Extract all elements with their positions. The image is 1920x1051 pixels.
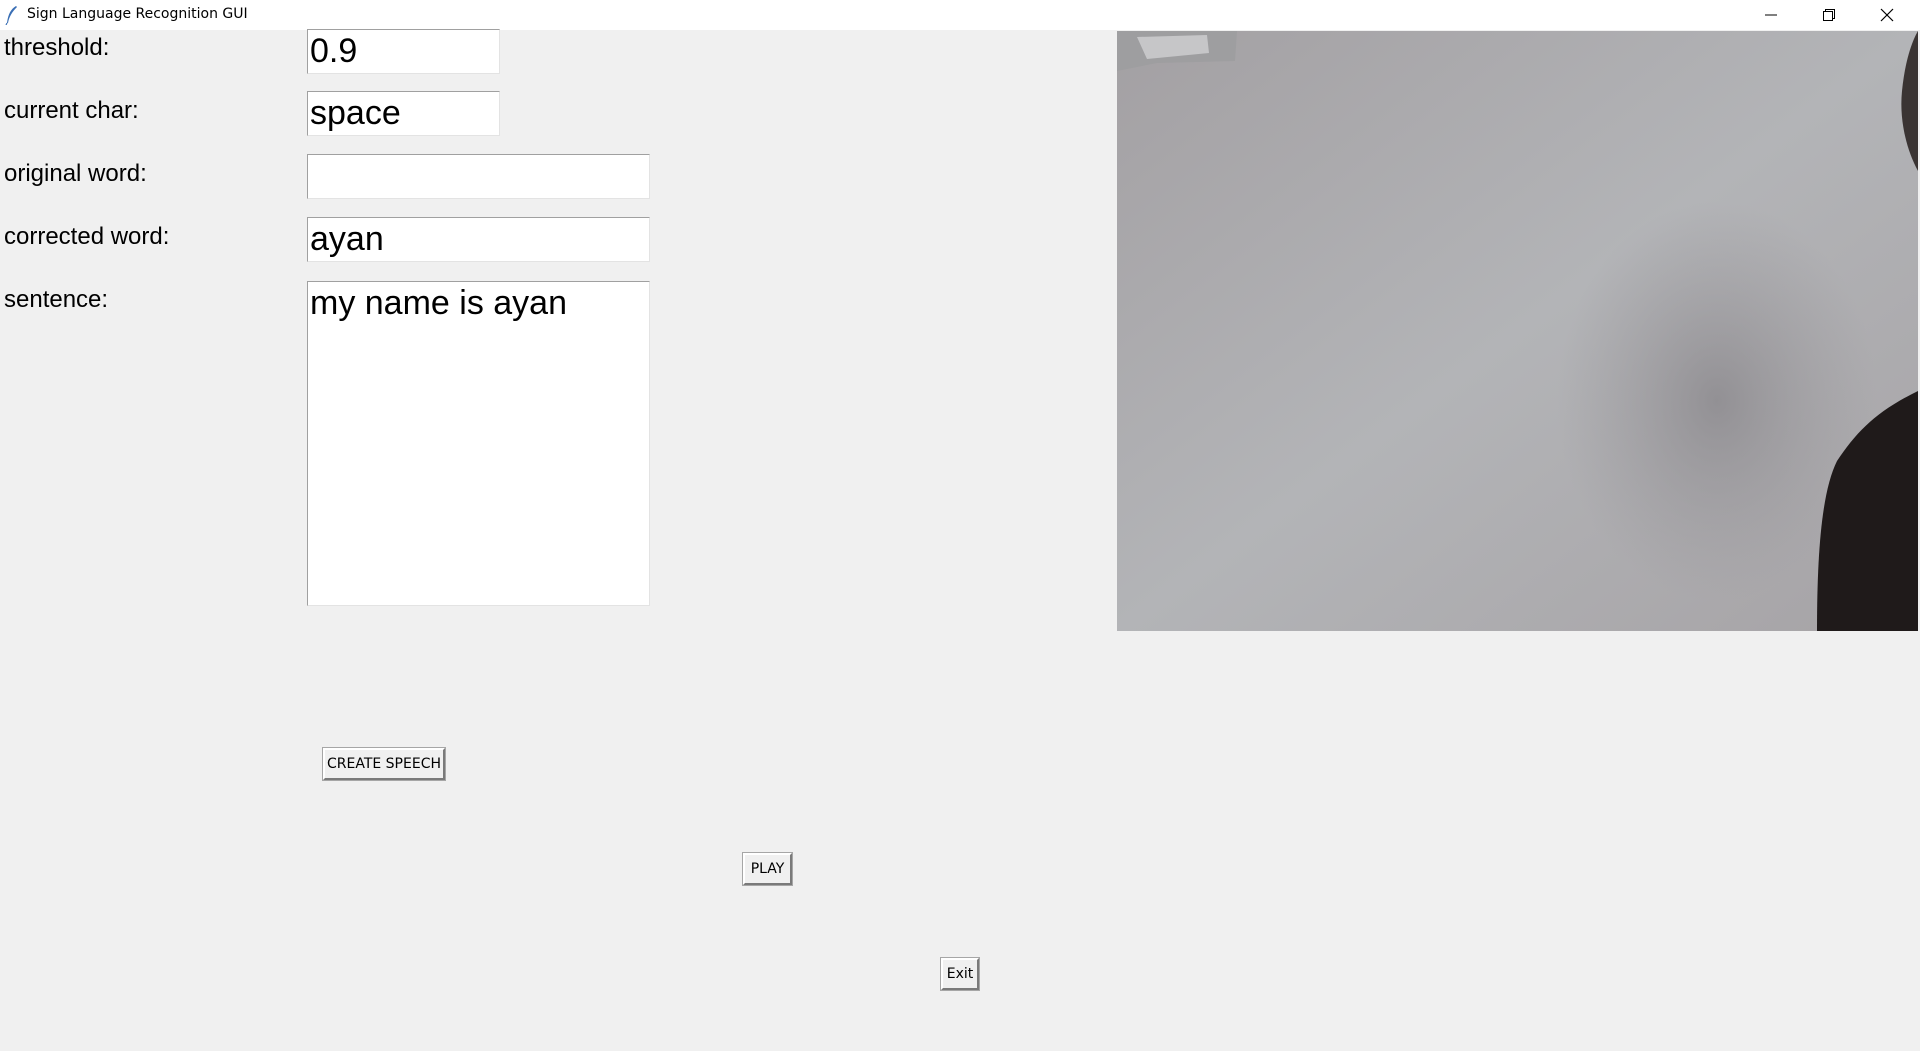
camera-feed (1117, 31, 1918, 631)
corrected-word-field[interactable]: ayan (307, 217, 650, 262)
exit-button[interactable]: Exit (940, 957, 980, 991)
restore-button[interactable] (1800, 0, 1858, 30)
original-word-label: original word: (4, 160, 147, 187)
current-char-field[interactable]: space (307, 91, 500, 136)
threshold-label: threshold: (4, 34, 110, 61)
threshold-field[interactable]: 0.9 (307, 29, 500, 74)
window-title: Sign Language Recognition GUI (27, 6, 248, 22)
title-bar: Sign Language Recognition GUI (0, 0, 1920, 30)
sentence-label: sentence: (4, 286, 109, 313)
original-word-field[interactable] (307, 154, 650, 199)
minimize-button[interactable] (1742, 0, 1800, 30)
play-button[interactable]: PLAY (742, 852, 793, 886)
close-button[interactable] (1858, 0, 1916, 30)
current-char-label: current char: (4, 97, 139, 124)
camera-image (1117, 31, 1918, 631)
close-icon (1880, 8, 1894, 22)
feather-icon (5, 5, 19, 26)
corrected-word-label: corrected word: (4, 223, 170, 250)
sentence-textarea[interactable]: my name is ayan (307, 281, 650, 606)
restore-icon (1823, 9, 1835, 21)
minimize-icon (1765, 14, 1777, 16)
create-speech-button[interactable]: CREATE SPEECH (322, 747, 446, 781)
